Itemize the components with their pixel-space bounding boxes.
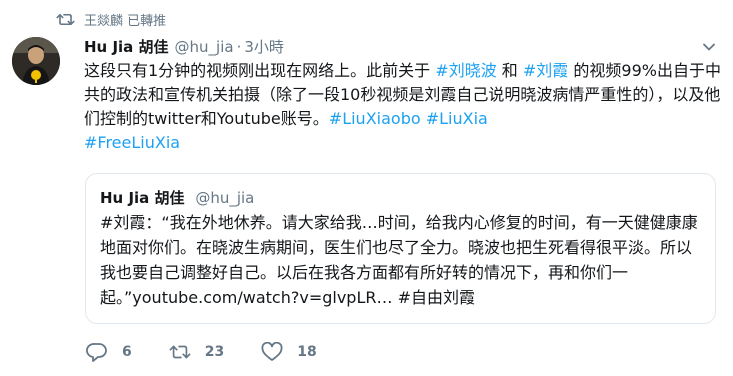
author-handle[interactable]: @hu_jia: [175, 38, 234, 56]
like-count: 18: [297, 344, 317, 360]
hashtag-link[interactable]: #LiuXiaobo: [329, 109, 421, 128]
retweet-icon: [56, 13, 75, 26]
author-name[interactable]: Hu Jia 胡佳: [84, 36, 169, 57]
retweet-button[interactable]: 23: [169, 342, 224, 362]
separator-dot: ·: [236, 38, 242, 56]
quoted-tweet-header: Hu Jia 胡佳 @hu_jia: [100, 187, 254, 208]
heart-icon: [261, 342, 283, 361]
tweet-header: Hu Jia 胡佳 @hu_jia · 3小時: [84, 36, 284, 57]
tweet-timestamp[interactable]: 3小時: [244, 36, 284, 57]
chevron-down-icon[interactable]: [702, 40, 716, 54]
tweet-text: 这段只有1分钟的视频刚出现在网络上。此前关于 #刘晓波 和 #刘霞 的视频99%…: [84, 59, 724, 155]
tweet-actions: 6 23 18: [86, 342, 354, 362]
quoted-author-name: Hu Jia 胡佳: [100, 189, 185, 207]
quoted-author-handle: @hu_jia: [195, 189, 255, 207]
retweet-icon: [169, 345, 191, 359]
hashtag-link[interactable]: #刘霞: [523, 61, 568, 80]
retweeted-by-label[interactable]: 王燚麟 已轉推: [84, 10, 166, 29]
hashtag-link[interactable]: #FreeLiuXia: [84, 133, 180, 152]
like-button[interactable]: 18: [261, 342, 317, 362]
hashtag-link[interactable]: #刘晓波: [435, 61, 496, 80]
tweet-text-part: 这段只有1分钟的视频刚出现在网络上。此前关于: [84, 61, 436, 80]
hashtag-link[interactable]: #LiuXia: [426, 109, 488, 128]
tweet-text-part: 和: [496, 61, 523, 80]
quoted-tweet[interactable]: Hu Jia 胡佳 @hu_jia #刘霞：“我在外地休养。请大家给我…时间，给…: [85, 173, 716, 324]
avatar[interactable]: [12, 37, 60, 85]
quoted-tweet-text: #刘霞：“我在外地休养。请大家给我…时间，给我内心修复的时间，有一天健健康康地面…: [100, 213, 698, 307]
retweet-count: 23: [204, 344, 225, 360]
retweet-context[interactable]: 王燚麟 已轉推: [56, 10, 166, 29]
reply-button[interactable]: 6: [86, 342, 132, 362]
reply-count: 6: [122, 344, 132, 360]
reply-icon: [86, 343, 107, 362]
